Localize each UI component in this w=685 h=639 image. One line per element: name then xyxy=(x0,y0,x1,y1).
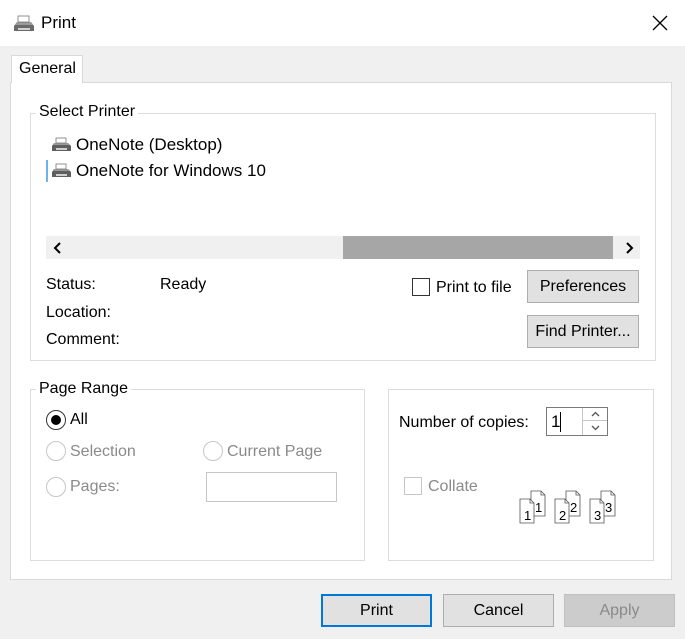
text-caret xyxy=(560,412,561,432)
collate-set-3: 3 3 xyxy=(589,490,616,524)
radio-pages[interactable] xyxy=(46,477,66,497)
collate-page-label: 3 xyxy=(605,500,612,515)
radio-current-page-label[interactable]: Current Page xyxy=(227,443,322,461)
radio-all[interactable] xyxy=(46,410,66,430)
location-label: Location: xyxy=(46,304,111,321)
cancel-button[interactable]: Cancel xyxy=(443,594,554,627)
collate-page-label: 1 xyxy=(535,500,542,515)
copies-increment-button[interactable] xyxy=(583,408,607,421)
radio-all-label[interactable]: All xyxy=(70,411,88,429)
scroll-thumb[interactable] xyxy=(343,236,613,259)
copies-decrement-button[interactable] xyxy=(583,421,607,434)
comment-label: Comment: xyxy=(46,331,120,348)
printer-icon xyxy=(14,15,34,31)
print-to-file-label[interactable]: Print to file xyxy=(436,279,512,297)
focus-indicator xyxy=(46,160,48,182)
collate-checkbox[interactable] xyxy=(404,477,422,495)
chevron-right-icon xyxy=(625,241,633,254)
pages-input[interactable] xyxy=(206,472,337,502)
collate-page-label: 2 xyxy=(559,508,566,523)
chevron-down-icon xyxy=(591,425,599,430)
print-button[interactable]: Print xyxy=(321,594,432,627)
collate-label[interactable]: Collate xyxy=(428,478,478,496)
chevron-left-icon xyxy=(53,241,61,254)
radio-current-page[interactable] xyxy=(203,441,223,461)
title-bar xyxy=(0,0,685,46)
collate-page-label: 1 xyxy=(524,508,531,523)
collate-set-1: 1 1 xyxy=(519,490,546,524)
radio-selected-dot xyxy=(51,415,61,425)
printer-item-onenote-win10[interactable]: OneNote for Windows 10 xyxy=(51,161,266,181)
preferences-button[interactable]: Preferences xyxy=(527,270,639,303)
radio-selection-label[interactable]: Selection xyxy=(70,443,136,461)
page-range-title: Page Range xyxy=(36,380,131,398)
printer-item-onenote-desktop[interactable]: OneNote (Desktop) xyxy=(51,135,222,155)
printer-icon xyxy=(52,163,71,177)
printer-icon xyxy=(52,137,71,151)
printer-list-scrollbar[interactable] xyxy=(46,236,640,259)
tab-general[interactable]: General xyxy=(11,55,83,83)
printer-name: OneNote (Desktop) xyxy=(76,135,223,154)
number-of-copies-label: Number of copies: xyxy=(399,414,529,431)
status-value: Ready xyxy=(160,276,207,293)
collate-page-label: 2 xyxy=(570,500,577,515)
radio-selection[interactable] xyxy=(46,441,66,461)
find-printer-button[interactable]: Find Printer... xyxy=(527,315,639,348)
chevron-up-icon xyxy=(591,411,599,417)
select-printer-title: Select Printer xyxy=(36,103,139,121)
collate-page-label: 3 xyxy=(594,508,601,523)
print-to-file-checkbox[interactable] xyxy=(412,278,430,296)
window-title: Print xyxy=(41,13,76,32)
printer-name: OneNote for Windows 10 xyxy=(76,161,266,180)
close-icon xyxy=(652,15,668,31)
collate-set-2: 2 2 xyxy=(554,490,581,524)
copies-stepper[interactable]: 1 xyxy=(546,407,608,436)
close-button[interactable] xyxy=(640,4,680,42)
apply-button[interactable]: Apply xyxy=(564,594,675,627)
stepper-buttons xyxy=(582,408,607,435)
scroll-right-button[interactable] xyxy=(618,236,640,259)
radio-pages-label[interactable]: Pages: xyxy=(70,478,120,496)
status-label: Status: xyxy=(46,276,96,293)
collate-icon: 1 1 2 2 3 3 xyxy=(519,490,616,524)
scroll-left-button[interactable] xyxy=(46,236,68,259)
